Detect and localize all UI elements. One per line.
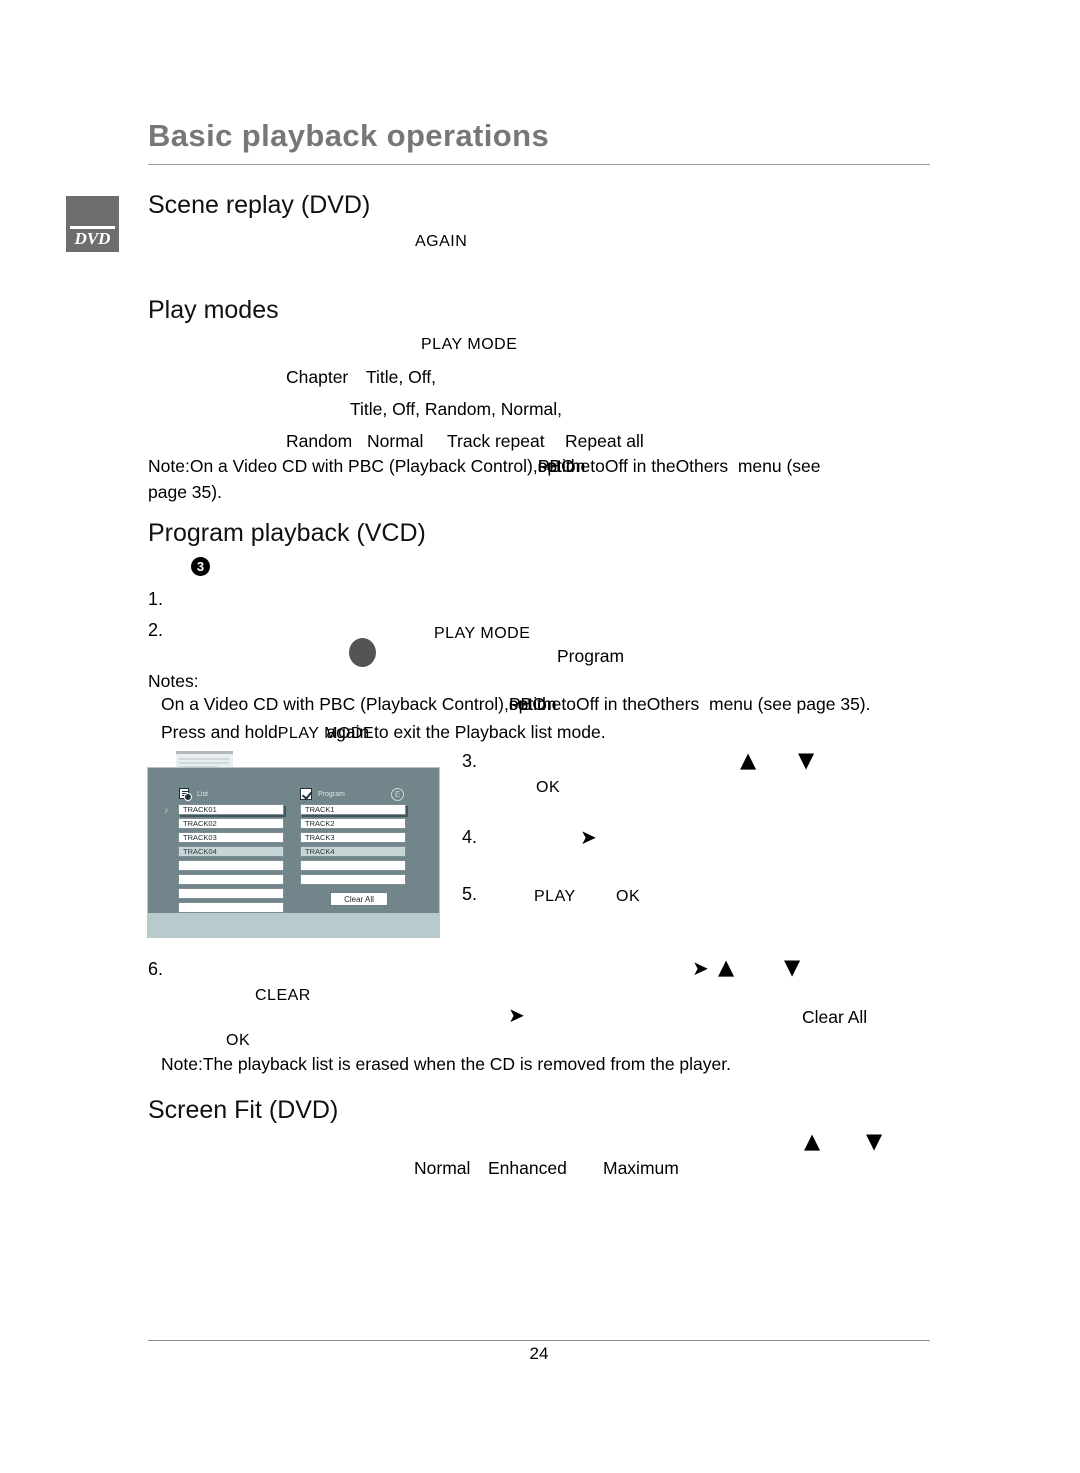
step-number-5: 5. <box>462 884 478 904</box>
screen-tab-line-2 <box>179 762 229 764</box>
heading-program-playback: Program playback (VCD) <box>148 519 426 547</box>
program-note-2: Press and holdPLAY MODE again to exit th… <box>161 722 606 743</box>
step-number-2: 2. <box>148 620 164 640</box>
heading-screen-fit: Screen Fit (DVD) <box>148 1096 339 1124</box>
list-column-header: List <box>197 791 208 798</box>
page-title: Basic playback operations <box>148 118 550 153</box>
step-number-6: 6. <box>148 959 164 979</box>
playmode-note-a: On a Video CD with PBC (Playback Control… <box>189 456 538 476</box>
step-bullet-3: 3 <box>191 557 210 576</box>
program-list-item[interactable] <box>300 860 406 871</box>
list-item[interactable] <box>178 888 284 899</box>
step-number-3: 3. <box>462 751 478 771</box>
screen-fit-opt-enhanced: Enhanced <box>488 1158 567 1178</box>
screen-tab-line-1 <box>179 758 229 760</box>
program-note1-e: menu (see page 35). <box>709 694 871 714</box>
arrow-up-icon-screen-fit: ▲ <box>804 1129 821 1153</box>
program-list-item[interactable]: TRACK2 <box>300 818 406 829</box>
program-column-header: Program <box>318 791 345 798</box>
playmode-options-line: Title, Off, Random, Normal, <box>350 399 563 419</box>
playmode-opt-random: Random <box>286 431 353 451</box>
program-screen-illustration: List ♪ Program E TRACK01 TRACK02 TRACK03… <box>147 767 440 937</box>
list-item[interactable]: TRACK04 <box>178 846 284 857</box>
playmode-title-off: Title, Off, <box>366 367 437 387</box>
step5-key-play: PLAY <box>534 888 576 905</box>
step3-key-ok: OK <box>536 779 561 796</box>
page-number: 24 <box>529 1344 549 1363</box>
heading-play-modes: Play modes <box>148 296 279 324</box>
eject-badge-icon: E <box>391 788 404 801</box>
key-play-mode: PLAY MODE <box>421 336 518 353</box>
program-note1-d: in the <box>603 694 647 714</box>
playmode-note-d: in the <box>632 456 676 476</box>
header-divider <box>148 164 930 165</box>
step2-program-label: Program <box>557 646 625 666</box>
arrow-right-icon: ➤ <box>580 825 597 849</box>
screen-fit-opt-normal: Normal <box>414 1158 471 1178</box>
program-list-item[interactable]: TRACK1 <box>300 804 406 815</box>
step6-clear-all-label: Clear All <box>802 1007 868 1027</box>
playmode-opt-repeat-all: Repeat all <box>565 431 644 451</box>
step5-key-ok: OK <box>616 888 641 905</box>
step6-key-ok: OK <box>226 1032 251 1049</box>
step2-key-play-mode: PLAY MODE <box>434 625 531 642</box>
playmode-note: Note:On a Video CD with PBC (Playback Co… <box>148 456 821 477</box>
program-note1-a: On a Video CD with PBC (Playback Control… <box>161 694 509 714</box>
arrow-up-icon-step6: ▲ <box>718 955 735 979</box>
step-number-4: 4. <box>462 827 478 847</box>
footer-divider <box>148 1340 930 1341</box>
program-note2-key: PLAY MODE <box>277 725 375 742</box>
playmode-note-others: Others <box>675 456 729 476</box>
program-note1-off: Off <box>576 694 600 714</box>
key-again: AGAIN <box>415 233 468 250</box>
notes-label: Notes: <box>148 671 199 691</box>
playmode-note-pbc: PBC <box>537 456 574 476</box>
step-number-1: 1. <box>148 589 164 609</box>
screen-fit-opt-maximum: Maximum <box>603 1158 679 1178</box>
document-page: Basic playback operations DVD Scene repl… <box>0 0 1080 1473</box>
arrow-down-icon-screen-fit: ▼ <box>866 1129 883 1153</box>
list-icon <box>179 788 192 801</box>
program-note-1: On a Video CD with PBC (Playback Control… <box>161 694 871 715</box>
list-item[interactable]: TRACK03 <box>178 832 284 843</box>
program-screen-footer-bar <box>147 913 440 938</box>
program-list-item[interactable] <box>300 874 406 885</box>
arrow-right-icon-step6: ➤ <box>692 956 709 980</box>
checkbox-icon <box>300 788 312 800</box>
list-icon-knob <box>184 793 192 801</box>
list-item[interactable] <box>178 902 284 913</box>
program-final-note: Note:The playback list is erased when th… <box>161 1054 731 1074</box>
playmode-opt-normal: Normal <box>367 431 424 451</box>
program-list-item[interactable]: TRACK3 <box>300 832 406 843</box>
playmode-note-off: Off <box>604 456 628 476</box>
list-item[interactable]: TRACK02 <box>178 818 284 829</box>
program-note2-a: Press and hold <box>161 722 278 742</box>
list-item[interactable] <box>178 874 284 885</box>
remote-button-dot <box>349 638 376 667</box>
playmode-note-page: page 35). <box>148 482 222 502</box>
arrow-right-icon-clear-all: ➤ <box>508 1003 525 1027</box>
playmode-note-prefix: Note: <box>148 456 190 476</box>
clear-all-button[interactable]: Clear All <box>330 892 388 906</box>
list-item[interactable]: TRACK01 <box>178 804 284 815</box>
program-note1-pbc: PBC <box>508 694 545 714</box>
music-note-icon: ♪ <box>164 805 169 815</box>
dvd-media-badge: DVD <box>66 196 119 252</box>
playmode-opt-track-repeat: Track repeat <box>447 431 545 451</box>
dvd-badge-label: DVD <box>74 229 111 248</box>
arrow-down-icon-step6: ▼ <box>784 955 801 979</box>
program-list-item[interactable]: TRACK4 <box>300 846 406 857</box>
list-item[interactable] <box>178 860 284 871</box>
arrow-up-icon: ▲ <box>740 748 757 772</box>
playmode-chapter: Chapter <box>286 367 349 387</box>
arrow-down-icon: ▼ <box>798 748 815 772</box>
heading-scene-replay: Scene replay (DVD) <box>148 191 371 219</box>
program-note1-others: Others <box>646 694 700 714</box>
playmode-note-e: menu (see <box>737 456 821 476</box>
step6-key-clear: CLEAR <box>255 987 311 1004</box>
